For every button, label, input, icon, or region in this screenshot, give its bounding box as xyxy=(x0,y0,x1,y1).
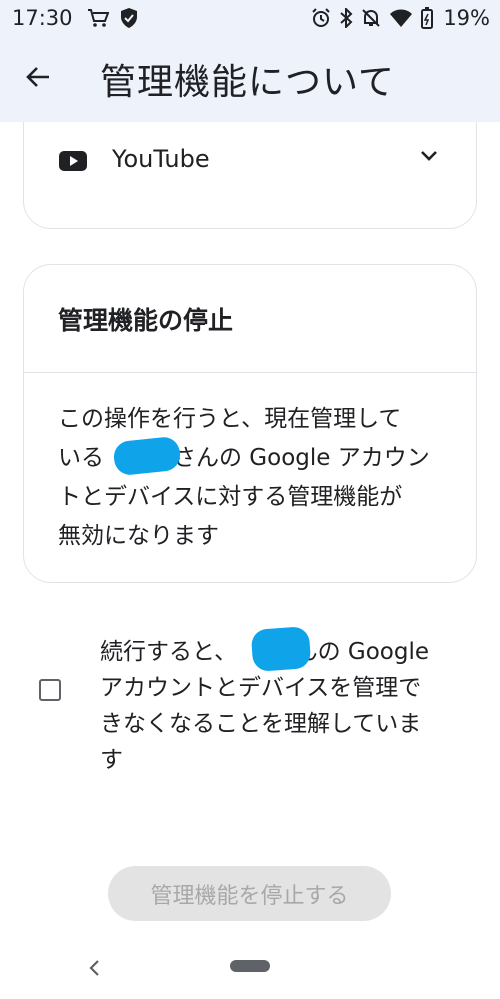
stop-card-body-line: トとデバイスに対する管理機能が xyxy=(58,484,403,510)
shield-icon xyxy=(119,7,139,29)
stop-management-button[interactable]: 管理機能を停止する xyxy=(108,866,391,921)
nav-back-icon[interactable] xyxy=(86,956,102,984)
stop-management-card: 管理機能の停止 この操作を行うと、現在管理して いる さんの Google アカ… xyxy=(23,264,477,583)
confirm-label-line: す xyxy=(100,747,123,773)
status-bar: 17:30 19% xyxy=(0,0,500,36)
stop-card-body-line: この操作を行うと、現在管理して xyxy=(58,406,402,432)
nav-home-pill[interactable] xyxy=(230,960,270,972)
confirm-label-line: きなくなることを理解していま xyxy=(100,711,422,737)
mute-icon xyxy=(361,8,381,28)
battery-percent: 19% xyxy=(443,6,490,30)
stop-card-title: 管理機能の停止 xyxy=(58,306,234,335)
confirm-label-line: アカウントとデバイスを管理で xyxy=(100,675,422,701)
youtube-row[interactable]: YouTube xyxy=(24,122,476,230)
redaction-mark xyxy=(250,626,312,672)
app-header: 17:30 19% 管理機能について xyxy=(0,0,500,122)
chevron-down-icon[interactable] xyxy=(420,147,438,166)
arrow-left-icon xyxy=(25,65,51,93)
stop-card-body-line: 無効になります xyxy=(58,523,219,549)
status-right-icons: 19% xyxy=(311,6,490,30)
alarm-icon xyxy=(311,8,331,28)
confirm-checkbox[interactable] xyxy=(39,679,61,701)
status-time: 17:30 xyxy=(12,6,73,30)
app-bar: 管理機能について xyxy=(0,36,500,122)
back-button[interactable] xyxy=(10,51,66,107)
status-left-icons xyxy=(87,7,139,29)
confirm-row: 続行すると、 さんの Google アカウントとデバイスを管理で きなくなること… xyxy=(0,626,500,784)
page-title: 管理機能について xyxy=(100,62,395,103)
youtube-card: YouTube xyxy=(23,122,477,229)
bluetooth-icon xyxy=(339,8,353,28)
youtube-icon xyxy=(59,151,87,171)
stop-card-body: この操作を行うと、現在管理して いる さんの Google アカウン トとデバイ… xyxy=(58,400,458,556)
youtube-label: YouTube xyxy=(112,145,210,173)
system-nav-bar xyxy=(0,950,500,999)
battery-icon xyxy=(421,7,434,29)
main-content: YouTube 管理機能の停止 この操作を行うと、現在管理して いる さんの G… xyxy=(0,122,500,999)
card-divider xyxy=(24,372,476,373)
cart-icon xyxy=(87,8,109,28)
wifi-icon xyxy=(389,8,413,28)
